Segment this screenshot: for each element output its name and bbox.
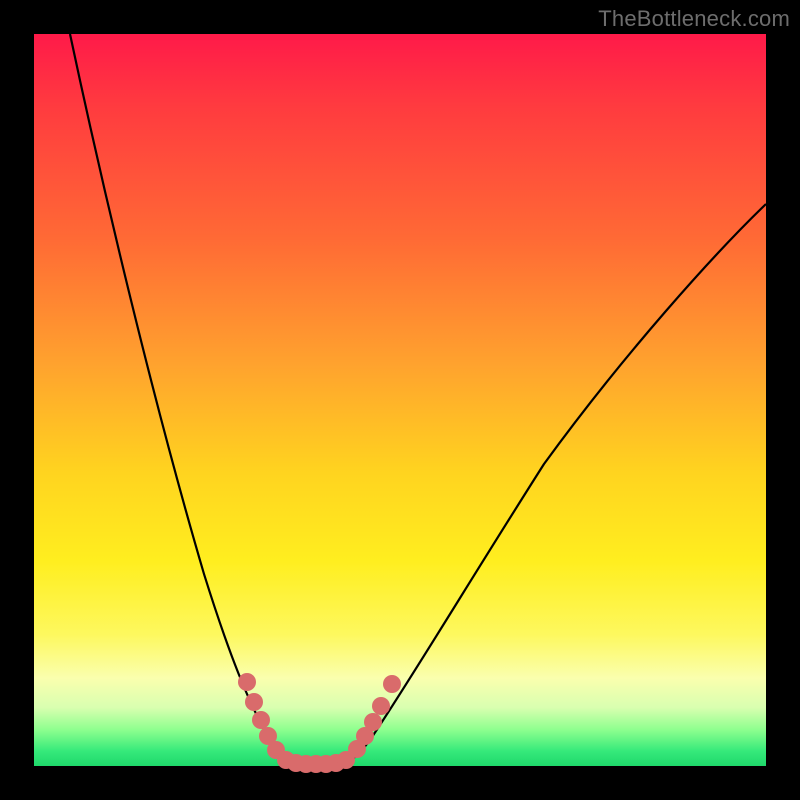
marker-cluster-left <box>238 673 285 759</box>
watermark-text: TheBottleneck.com <box>598 6 790 32</box>
marker-valley <box>277 751 355 773</box>
marker-cluster-right <box>348 675 401 758</box>
bottleneck-curve <box>34 34 766 766</box>
curve-path <box>70 34 766 765</box>
chart-frame: TheBottleneck.com <box>0 0 800 800</box>
plot-area <box>34 34 766 766</box>
